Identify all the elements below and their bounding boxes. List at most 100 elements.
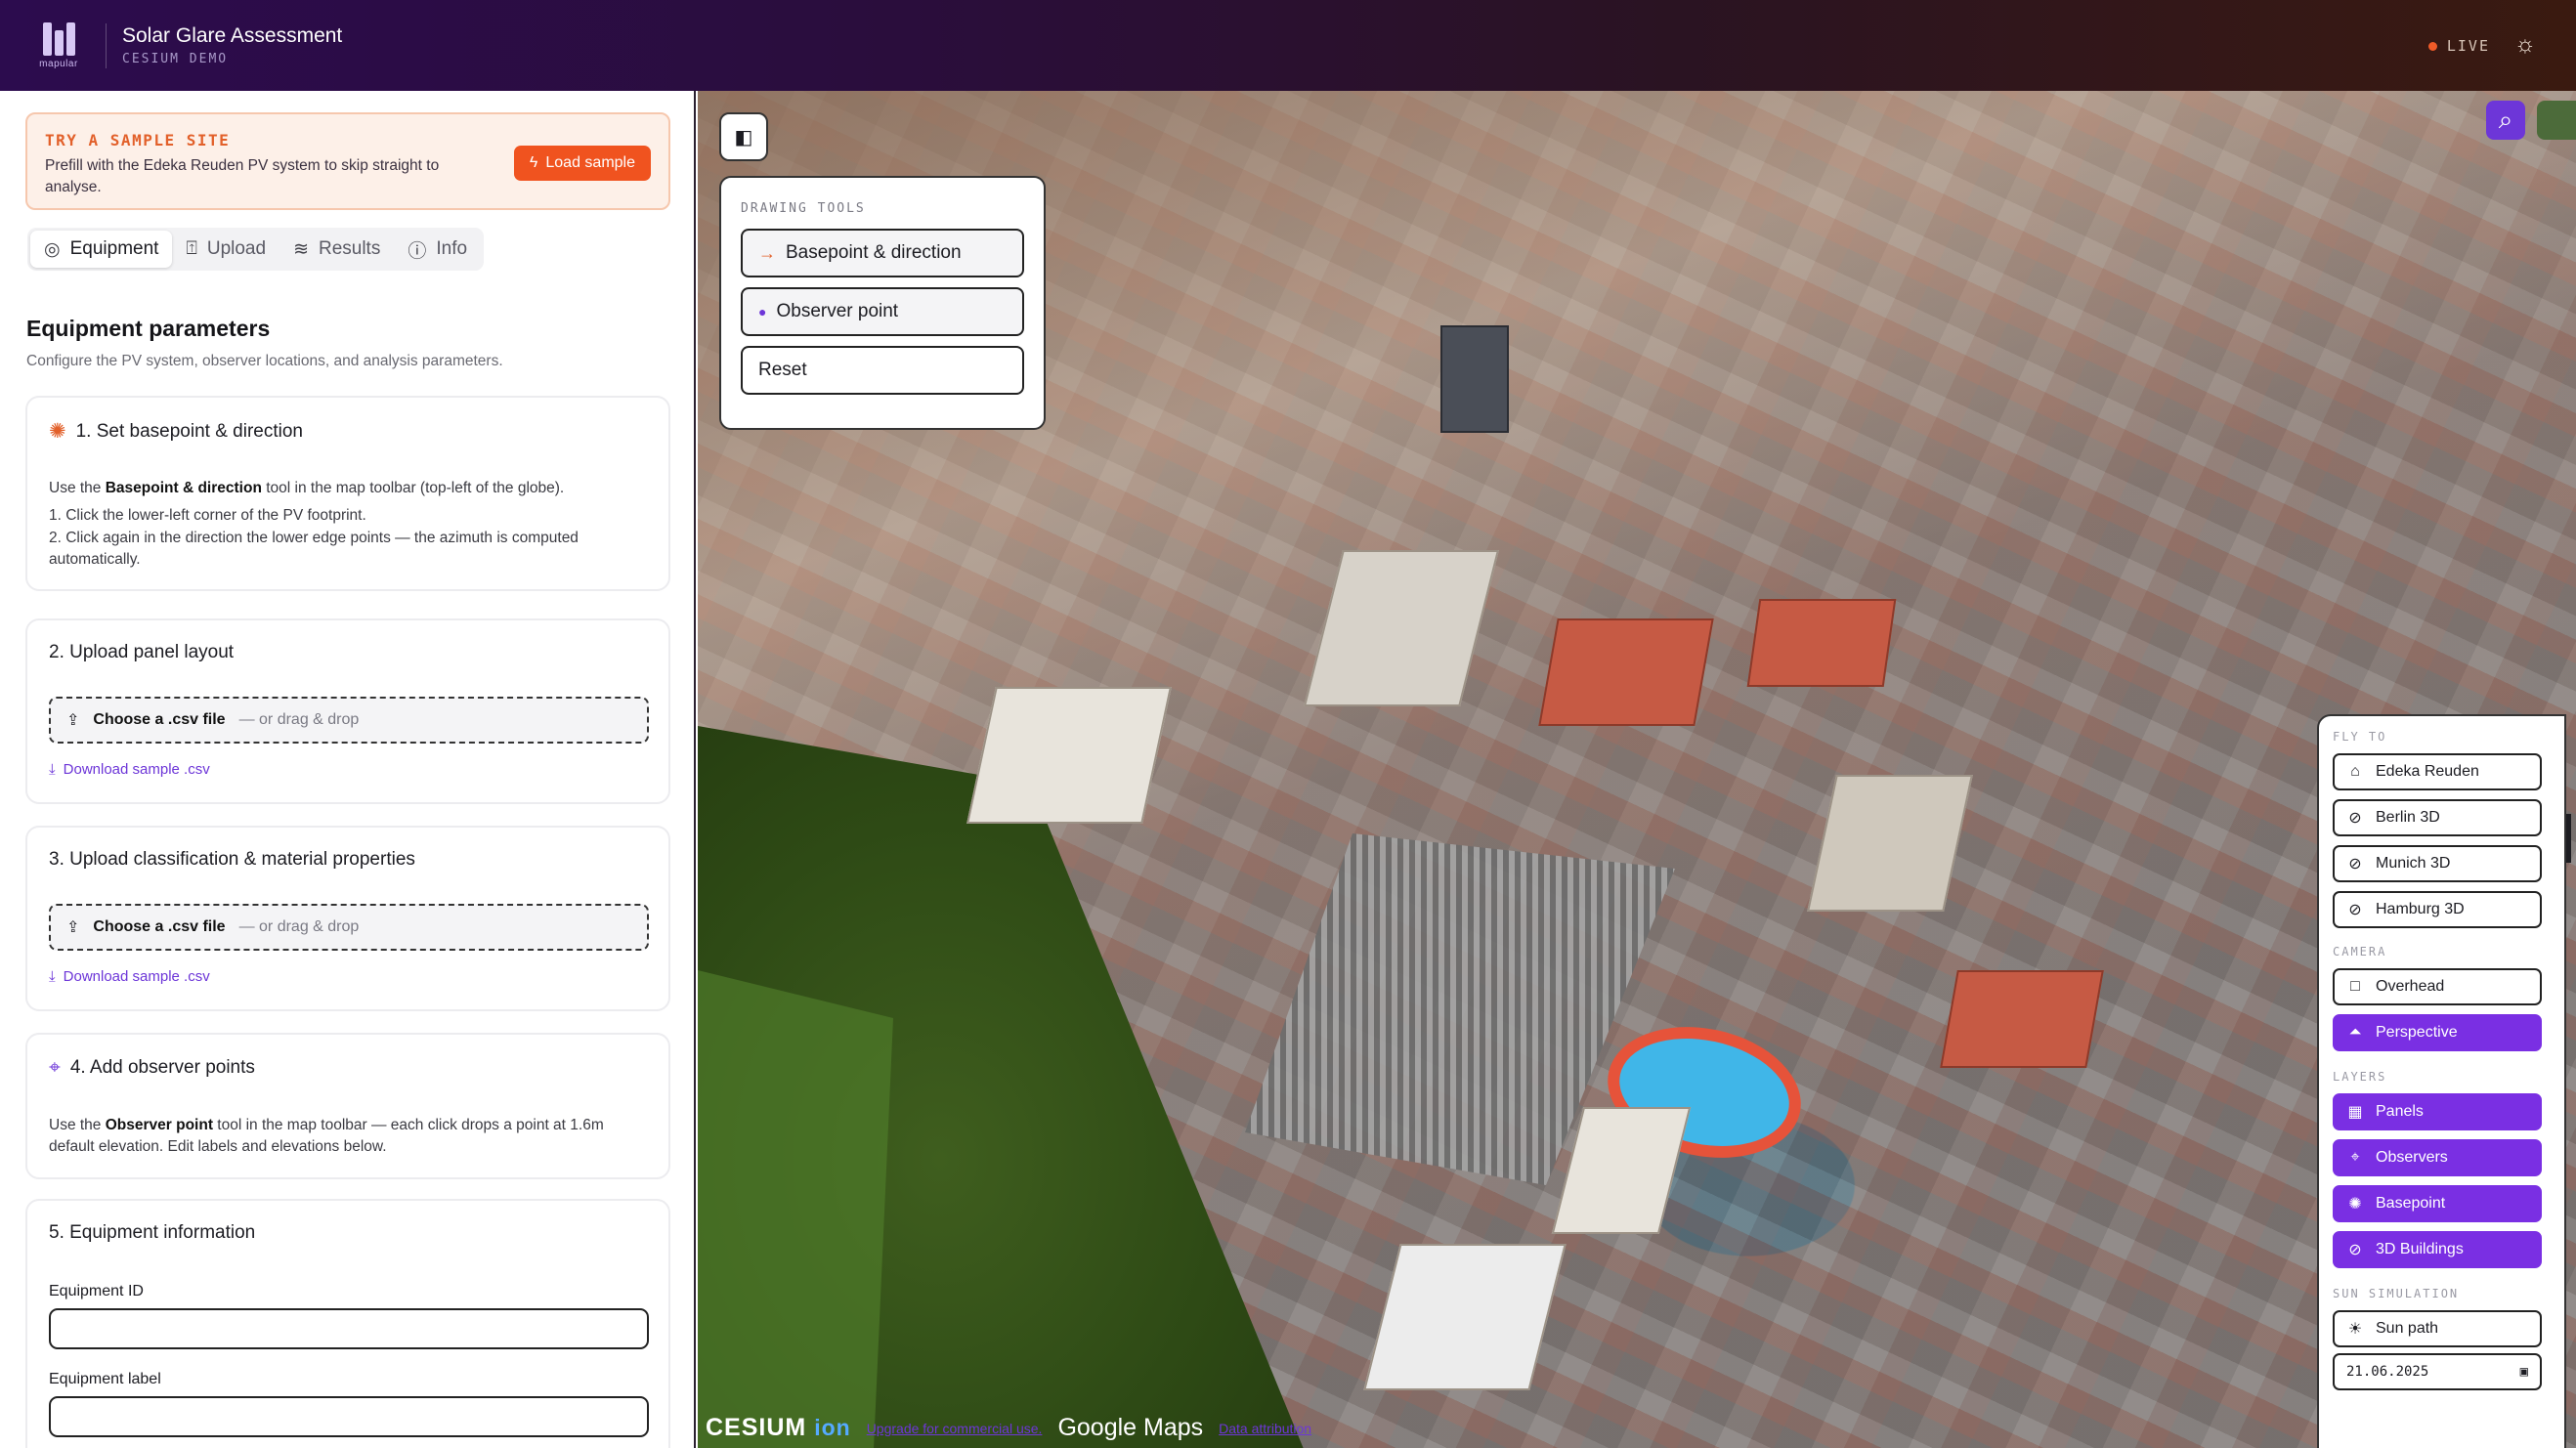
fly-to-heading: FLY TO xyxy=(2333,730,2387,744)
cesium-text: CESIUM xyxy=(706,1414,807,1441)
camera-perspective[interactable]: ⏶ Perspective xyxy=(2333,1014,2542,1051)
fly-to-hamburg-3d[interactable]: ⊘ Hamburg 3D xyxy=(2333,891,2542,928)
section-title: Equipment parameters xyxy=(26,316,271,341)
step1-intro-post: tool in the map toolbar (top-left of the… xyxy=(261,480,565,496)
google-maps-logo: Google Maps xyxy=(1057,1414,1204,1441)
data-attribution-link[interactable]: Data attribution xyxy=(1219,1421,1311,1436)
date-value: 21.06.2025 xyxy=(2346,1364,2429,1380)
app-title-block: Solar Glare Assessment CESIUM DEMO xyxy=(122,24,342,66)
tab-equipment[interactable]: ◎ Equipment xyxy=(30,231,173,268)
sun-path-label: Sun path xyxy=(2376,1320,2439,1337)
live-indicator: LIVE xyxy=(2427,37,2490,55)
equipment-label-label: Equipment label xyxy=(49,1371,161,1387)
fly-to-munich-3d[interactable]: ⊘ Munich 3D xyxy=(2333,845,2542,882)
building xyxy=(1807,775,1973,912)
download-icon: ⤓ xyxy=(49,968,56,985)
cesium-upgrade-link[interactable]: Upgrade for commercial use. xyxy=(867,1421,1043,1436)
layer-panels[interactable]: ▦ Panels xyxy=(2333,1093,2542,1130)
globe-icon: ⊘ xyxy=(2348,902,2362,918)
reset-label: Reset xyxy=(758,360,807,380)
reset-button[interactable]: Reset xyxy=(741,346,1024,395)
load-sample-label: Load sample xyxy=(545,154,635,171)
info-icon: ⓘ xyxy=(408,240,427,262)
camera-label: Perspective xyxy=(2376,1024,2458,1041)
live-dot xyxy=(2427,41,2437,51)
download-sample-label: Download sample .csv xyxy=(63,761,210,778)
banner-text: Prefill with the Edeka Reuden PV system … xyxy=(45,157,440,195)
calendar-icon[interactable]: ▣ xyxy=(2520,1364,2528,1380)
grid-icon: ▦ xyxy=(2347,1104,2363,1121)
layers-heading: LAYERS xyxy=(2333,1070,2387,1084)
step1-title: 1. Set basepoint & direction xyxy=(75,420,303,442)
left-panel: TRY A SAMPLE SITE Prefill with the Edeka… xyxy=(0,91,696,1448)
theme-toggle-button[interactable]: ☼ xyxy=(2510,29,2541,61)
camera-label: Overhead xyxy=(2376,978,2445,995)
step1-item2: 2. Click again in the direction the lowe… xyxy=(49,530,579,568)
building xyxy=(966,687,1172,824)
mapular-logo[interactable]: mapular xyxy=(35,21,82,69)
perspective-icon: ⏶ xyxy=(2348,1024,2362,1041)
choose-file-label: Choose a .csv file xyxy=(93,711,226,728)
square-icon: □ xyxy=(2350,978,2360,995)
step1-heading: ✺ 1. Set basepoint & direction xyxy=(49,419,303,444)
panel-layout-dropzone[interactable]: ⇪ Choose a .csv file — or drag & drop xyxy=(49,697,649,744)
basepoint-direction-tool[interactable]: → Basepoint & direction xyxy=(741,229,1024,277)
camera-heading: CAMERA xyxy=(2333,945,2387,958)
step1-intro: Use the Basepoint & direction tool in th… xyxy=(49,478,645,499)
arrow-right-icon: → xyxy=(758,242,776,263)
globe-icon: ⊘ xyxy=(2348,856,2362,873)
logo-text: mapular xyxy=(39,58,78,69)
sun-icon: ☼ xyxy=(2514,31,2536,58)
observer-tool-label: Observer point xyxy=(776,301,899,321)
classification-dropzone[interactable]: ⇪ Choose a .csv file — or drag & drop xyxy=(49,904,649,951)
cesium-logo[interactable]: CESIUM ion xyxy=(706,1414,851,1442)
upload-file-icon: ⍐ xyxy=(186,238,197,259)
search-icon: ⌕ xyxy=(2498,105,2513,134)
fly-to-berlin-3d[interactable]: ⊘ Berlin 3D xyxy=(2333,799,2542,836)
location-pin-icon: ⌖ xyxy=(2350,1149,2360,1166)
equipment-label-input[interactable] xyxy=(49,1396,649,1437)
sun-path-button[interactable]: ☀ Sun path xyxy=(2333,1310,2542,1347)
fly-to-edeka-reuden[interactable]: ⌂ Edeka Reuden xyxy=(2333,753,2542,790)
equipment-id-input[interactable] xyxy=(49,1308,649,1349)
panel-toggle-button[interactable]: ◧ xyxy=(719,112,768,161)
layer-basepoint[interactable]: ✺ Basepoint xyxy=(2333,1185,2542,1222)
date-input[interactable]: 21.06.2025 ▣ xyxy=(2333,1353,2542,1390)
globe-viewer[interactable]: ◧ DRAWING TOOLS → Basepoint & direction … xyxy=(698,91,2576,1448)
step-classification-card: 3. Upload classification & material prop… xyxy=(25,826,670,1011)
download-sample-link[interactable]: ⤓ Download sample .csv xyxy=(49,968,210,985)
home-icon: ⌂ xyxy=(2350,763,2360,780)
tab-results[interactable]: ≋ Results xyxy=(279,231,394,268)
tab-info[interactable]: ⓘ Info xyxy=(394,231,481,268)
layer-label: 3D Buildings xyxy=(2376,1241,2464,1257)
drag-drop-hint: — or drag & drop xyxy=(238,711,360,728)
tab-info-label: Info xyxy=(436,238,468,259)
camera-overhead[interactable]: □ Overhead xyxy=(2333,968,2542,1005)
app-title: Solar Glare Assessment xyxy=(122,24,343,47)
step4-text: Use the Observer point tool in the map t… xyxy=(49,1115,645,1158)
fly-to-label: Hamburg 3D xyxy=(2376,901,2465,917)
step4-text-bold: Observer point xyxy=(105,1117,213,1133)
upload-icon: ⇪ xyxy=(66,919,80,936)
building xyxy=(1746,599,1897,687)
live-label: LIVE xyxy=(2446,37,2490,55)
dot-icon: ● xyxy=(758,304,767,319)
map-search-button[interactable]: ⌕ xyxy=(2486,101,2525,140)
load-sample-button[interactable]: ϟ Load sample xyxy=(513,146,651,181)
observer-point-tool[interactable]: ● Observer point xyxy=(741,287,1024,336)
layer-observers[interactable]: ⌖ Observers xyxy=(2333,1139,2542,1176)
tab-upload[interactable]: ⍐ Upload xyxy=(172,231,279,268)
building xyxy=(1538,618,1714,726)
fly-to-label: Berlin 3D xyxy=(2376,809,2440,826)
step3-title: 3. Upload classification & material prop… xyxy=(49,849,415,870)
download-icon: ⤓ xyxy=(49,761,56,778)
layer-3d-buildings[interactable]: ⊘ 3D Buildings xyxy=(2333,1231,2542,1268)
basemap-picker[interactable] xyxy=(2537,101,2576,140)
location-pin-icon: ⌖ xyxy=(49,1056,61,1079)
drawing-tools-panel: DRAWING TOOLS → Basepoint & direction ● … xyxy=(719,176,1046,430)
bolt-icon: ϟ xyxy=(529,154,538,171)
download-sample-link[interactable]: ⤓ Download sample .csv xyxy=(49,761,210,778)
fly-to-label: Edeka Reuden xyxy=(2376,763,2479,780)
step-observer-card: ⌖ 4. Add observer points Use the Observe… xyxy=(25,1033,670,1179)
equipment-id-label: Equipment ID xyxy=(49,1283,144,1299)
